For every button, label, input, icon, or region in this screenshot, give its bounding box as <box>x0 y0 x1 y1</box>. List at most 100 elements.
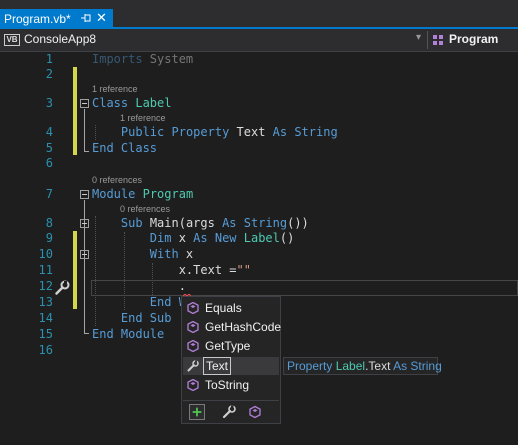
wrench-icon[interactable] <box>54 280 70 296</box>
code-text: x <box>171 231 186 245</box>
line-number: 15 <box>38 327 53 341</box>
method-icon <box>187 340 199 352</box>
code-line-15: End Module <box>92 327 164 342</box>
code-text: x <box>178 247 194 261</box>
keyword: Class <box>92 96 129 110</box>
line-number: 3 <box>45 96 53 110</box>
line-number: 7 <box>45 187 53 201</box>
filter-properties-icon[interactable] <box>221 404 237 420</box>
code-line-14: End Sub <box>92 311 172 326</box>
codelens-references[interactable]: 0 references <box>92 175 142 186</box>
keyword: End Sub <box>120 311 172 325</box>
change-marker <box>73 231 77 309</box>
code-text: System <box>142 52 194 66</box>
code-line-8: Sub Main(args As String()) <box>92 216 309 231</box>
codelens-references[interactable]: 1 reference <box>92 84 138 95</box>
module-icon <box>433 35 443 45</box>
code-line-13: End W <box>92 295 186 310</box>
keyword: End Module <box>92 327 165 341</box>
completion-item-text[interactable]: Text <box>183 357 279 375</box>
document-tab-bar: Program.vb* ✕ <box>0 0 518 29</box>
line-number: 6 <box>45 156 53 170</box>
keyword: As <box>185 231 208 245</box>
filter-all-icon[interactable] <box>189 404 205 420</box>
completion-item-gethashcode[interactable]: GetHashCode <box>183 318 282 336</box>
type-name: Program <box>142 187 194 201</box>
code-text: x.Text = <box>178 263 237 277</box>
pin-icon[interactable] <box>80 11 92 25</box>
completion-item-tostring[interactable]: ToString <box>183 376 279 394</box>
collapse-icon[interactable] <box>80 99 89 108</box>
code-text: () <box>279 231 295 245</box>
quick-info-tooltip: Property Label.Text As String <box>283 357 442 375</box>
type-name: Label <box>236 231 280 245</box>
code-line-4: Public Property Text As String <box>92 125 338 140</box>
code-line-10: With x <box>92 247 193 262</box>
collapse-icon[interactable] <box>80 219 89 228</box>
completion-item-gettype[interactable]: GetType <box>183 337 279 355</box>
completion-item-label: GetHashCode <box>205 320 282 334</box>
line-number: 14 <box>38 311 53 325</box>
change-marker <box>73 67 77 155</box>
keyword: End Class <box>92 141 158 155</box>
method-icon <box>187 321 199 333</box>
property-wrench-icon <box>187 360 199 372</box>
method-icon <box>187 379 199 391</box>
code-line-12: . <box>92 279 186 294</box>
outline-line <box>84 109 85 151</box>
line-number: 4 <box>45 125 53 139</box>
completion-item-label: ToString <box>205 378 250 392</box>
completion-item-label: Equals <box>205 301 242 315</box>
project-dropdown[interactable]: VB ConsoleApp8 ▾ <box>2 30 426 50</box>
outline-tick <box>84 333 89 334</box>
vb-project-icon: VB <box>4 34 20 46</box>
keyword: Property <box>164 125 230 139</box>
code-line-9: Dim x As New Label() <box>92 231 295 246</box>
tab-title: Program.vb* <box>4 11 71 26</box>
keyword: Property <box>287 359 333 373</box>
close-icon[interactable]: ✕ <box>96 9 107 28</box>
line-number: 1 <box>45 52 53 66</box>
code-line-5: End Class <box>92 141 157 156</box>
collapse-icon[interactable] <box>80 190 89 199</box>
codelens-references[interactable]: 1 reference <box>120 113 166 124</box>
line-number: 8 <box>45 216 53 230</box>
completion-item-equals[interactable]: Equals <box>183 299 279 317</box>
completion-filter-bar <box>183 400 279 423</box>
keyword: As <box>214 216 237 230</box>
line-number: 16 <box>38 343 53 357</box>
keyword: Sub <box>120 216 143 230</box>
code-line-7: Module Program <box>92 187 193 202</box>
tab-program-vb[interactable]: Program.vb* ✕ <box>0 9 113 28</box>
code-line-1: Imports System <box>92 52 193 67</box>
navigation-bar: VB ConsoleApp8 ▾ Program <box>0 29 518 52</box>
filter-methods-icon[interactable] <box>247 404 263 420</box>
line-number: 10 <box>38 247 53 261</box>
keyword: String <box>407 359 442 373</box>
chevron-down-icon: ▾ <box>416 32 422 43</box>
code-text: . <box>178 279 186 293</box>
code-line-11: x.Text ="" <box>92 263 251 278</box>
line-number: 5 <box>45 141 53 155</box>
method-icon <box>187 302 199 314</box>
collapse-icon[interactable] <box>80 250 89 259</box>
type-dropdown[interactable]: Program <box>430 30 518 50</box>
line-number: 13 <box>38 295 53 309</box>
keyword: Module <box>92 187 136 201</box>
line-number: 12 <box>38 279 53 293</box>
keyword: Imports <box>92 52 143 66</box>
completion-item-label: GetType <box>205 339 251 353</box>
string-literal: "" <box>236 263 251 277</box>
code-line-3: Class Label <box>92 96 171 111</box>
line-number: 9 <box>45 231 53 245</box>
codelens-references[interactable]: 0 references <box>120 204 170 215</box>
keyword: As <box>265 125 288 139</box>
completion-list[interactable]: Equals GetHashCode GetType Text ToString <box>181 296 281 424</box>
completion-item-label: Text <box>203 357 232 375</box>
